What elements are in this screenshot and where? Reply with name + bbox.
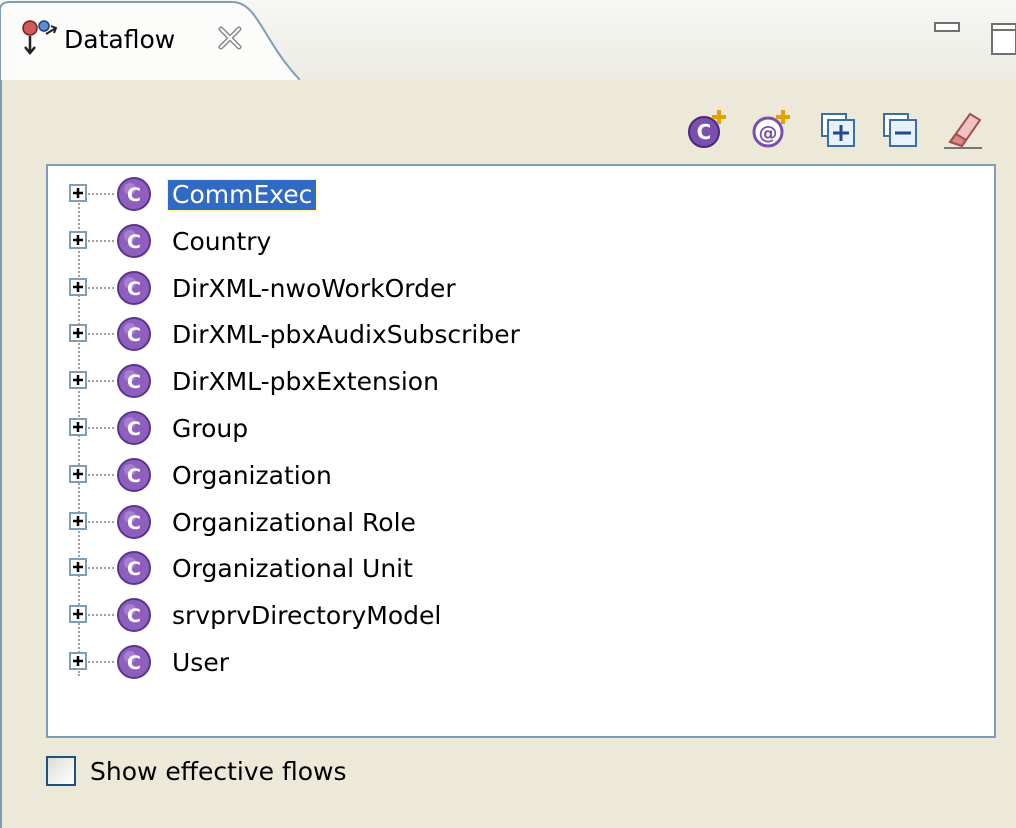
svg-text:C: C — [127, 418, 141, 440]
show-effective-flows-label[interactable]: Show effective flows — [90, 756, 347, 788]
svg-text:C: C — [127, 512, 141, 534]
tree-item-label[interactable]: DirXML-pbxAudixSubscriber — [168, 320, 524, 350]
class-icon: C — [117, 270, 151, 305]
expand-icon[interactable] — [69, 277, 87, 296]
expand-icon[interactable] — [69, 464, 87, 483]
svg-text:C: C — [127, 371, 141, 393]
tree-row[interactable]: C User — [48, 638, 994, 684]
svg-text:@: @ — [759, 122, 778, 144]
class-icon: C — [117, 317, 151, 352]
eraser-icon[interactable] — [942, 108, 984, 150]
class-icon: C — [117, 364, 151, 399]
tree-row[interactable]: CsrvprvDirectoryModel — [48, 591, 994, 637]
class-icon: C — [117, 223, 151, 258]
add-attribute-icon[interactable]: @ — [750, 108, 792, 150]
tree-connector — [88, 520, 114, 523]
maximize-icon[interactable] — [984, 22, 1016, 56]
tree-connector — [88, 661, 114, 663]
tree-connector — [88, 193, 114, 195]
tree-connector — [88, 567, 114, 570]
expand-icon[interactable] — [69, 558, 87, 577]
minimize-icon[interactable] — [934, 22, 960, 34]
expand-icon[interactable] — [69, 605, 87, 624]
svg-text:C: C — [697, 120, 712, 144]
tree-connector — [88, 614, 114, 617]
tree-item-label[interactable]: Country — [168, 227, 275, 257]
tree-row[interactable]: C DirXML-nwoWorkOrder — [48, 264, 994, 310]
expand-icon[interactable] — [69, 418, 87, 436]
svg-text:C: C — [127, 184, 141, 206]
tree-item-label[interactable]: CommExec — [166, 179, 318, 211]
dataflow-view-tab[interactable]: Dataflow — [0, 0, 300, 82]
tree-item-label[interactable]: Group — [168, 414, 252, 444]
tree-row[interactable]: C Group — [48, 404, 994, 450]
tree-item-label[interactable]: Organization — [168, 461, 336, 491]
tree-item-label[interactable]: srvprvDirectoryModel — [168, 601, 445, 631]
tree-item-label[interactable]: Organizational Role — [168, 508, 420, 538]
svg-text:C: C — [127, 652, 141, 674]
tree-row[interactable]: C DirXML-pbxExtension — [48, 357, 994, 403]
svg-text:C: C — [127, 605, 141, 627]
collapse-all-icon[interactable] — [880, 108, 922, 150]
tree-connector — [88, 333, 114, 336]
svg-text:C: C — [127, 278, 141, 300]
class-icon: C — [117, 411, 151, 445]
class-icon: C — [117, 504, 151, 539]
tab-title: Dataflow — [64, 25, 176, 54]
tree-rows: C CommExec C Country C DirXML-nwoWorkOrder C Di… — [48, 166, 994, 736]
close-icon[interactable] — [216, 24, 244, 52]
tree-row[interactable]: C Organization — [48, 451, 994, 497]
svg-text:C: C — [127, 558, 141, 580]
expand-icon[interactable] — [69, 184, 87, 202]
show-effective-flows-checkbox[interactable] — [46, 756, 76, 786]
tree-item-label[interactable]: User — [168, 648, 233, 678]
class-icon: C — [117, 598, 151, 633]
class-icon: C — [117, 551, 151, 586]
class-icon: C — [117, 177, 151, 211]
expand-icon[interactable] — [69, 324, 87, 343]
tree-row[interactable]: C CommExec — [48, 170, 994, 216]
tree-item-label[interactable]: Organizational Unit — [168, 554, 417, 584]
tree-connector — [88, 380, 114, 383]
svg-text:C: C — [127, 465, 141, 487]
svg-text:C: C — [127, 231, 141, 253]
svg-text:C: C — [127, 324, 141, 346]
tree-row[interactable]: C Organizational Role — [48, 498, 994, 544]
view-toolbar: C @ — [0, 100, 1016, 150]
expand-icon[interactable] — [69, 371, 87, 390]
tree-item-label[interactable]: DirXML-nwoWorkOrder — [168, 274, 460, 304]
add-class-icon[interactable]: C — [686, 108, 728, 150]
expand-icon[interactable] — [69, 511, 87, 530]
tree-connector — [88, 286, 114, 289]
expand-icon[interactable] — [69, 652, 87, 670]
tree-row[interactable]: C Country — [48, 217, 994, 263]
tree-connector — [88, 427, 114, 429]
tree-connector — [88, 473, 114, 476]
class-icon: C — [117, 645, 151, 679]
tree-row[interactable]: C DirXML-pbxAudixSubscriber — [48, 310, 994, 356]
expand-icon[interactable] — [69, 230, 87, 249]
class-tree[interactable]: C CommExec C Country C DirXML-nwoWorkOrder C Di… — [46, 164, 996, 738]
expand-all-icon[interactable] — [818, 108, 860, 150]
dataflow-icon — [22, 20, 58, 55]
tree-item-label[interactable]: DirXML-pbxExtension — [168, 367, 443, 397]
class-icon: C — [117, 457, 151, 492]
tree-connector — [88, 239, 114, 242]
tree-row[interactable]: C Organizational Unit — [48, 544, 994, 590]
